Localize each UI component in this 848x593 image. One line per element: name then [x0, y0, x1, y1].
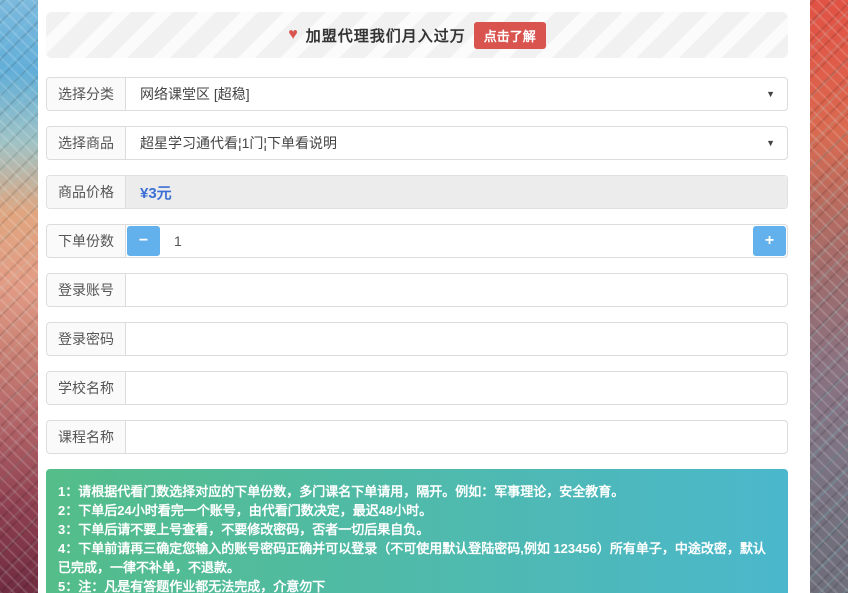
account-input[interactable] — [126, 274, 787, 306]
school-label: 学校名称 — [47, 372, 126, 404]
background-mosaic-left — [0, 0, 38, 593]
course-label: 课程名称 — [47, 421, 126, 453]
account-row: 登录账号 — [46, 273, 788, 307]
price-value: ¥3元 — [126, 176, 787, 208]
product-label: 选择商品 — [47, 127, 126, 159]
course-row: 课程名称 — [46, 420, 788, 454]
product-selected-value: 超星学习通代看¦1门¦下单看说明 — [140, 133, 337, 153]
order-form-page: ♥ 加盟代理我们月入过万 点击了解 选择分类 网络课堂区 [超稳] ▼ 选择商品… — [38, 0, 810, 593]
product-select[interactable]: 超星学习通代看¦1门¦下单看说明 ▼ — [126, 127, 787, 159]
order-instructions-box: 1：请根据代看门数选择对应的下单份数，多门课名下单请用，隔开。例如：军事理论，安… — [46, 469, 788, 593]
quantity-increase-button[interactable]: + — [753, 226, 786, 256]
notice-line: 2：下单后24小时看完一个账号，由代看门数决定，最迟48小时。 — [58, 501, 776, 520]
password-input[interactable] — [126, 323, 787, 355]
promo-banner-text: 加盟代理我们月入过万 — [306, 25, 466, 46]
product-row: 选择商品 超星学习通代看¦1门¦下单看说明 ▼ — [46, 126, 788, 160]
category-label: 选择分类 — [47, 78, 126, 110]
notice-line: 4：下单前请再三确定您输入的账号密码正确并可以登录（不可使用默认登陆密码,例如 … — [58, 539, 776, 577]
password-row: 登录密码 — [46, 322, 788, 356]
category-select[interactable]: 网络课堂区 [超稳] ▼ — [126, 78, 787, 110]
learn-more-button[interactable]: 点击了解 — [474, 22, 546, 49]
promo-banner: ♥ 加盟代理我们月入过万 点击了解 — [46, 12, 788, 58]
price-label: 商品价格 — [47, 176, 126, 208]
notice-line: 5：注：凡是有答题作业都无法完成，介意勿下 — [58, 577, 776, 593]
course-input[interactable] — [126, 421, 787, 453]
category-selected-value: 网络课堂区 [超稳] — [140, 84, 250, 104]
chevron-down-icon: ▼ — [766, 138, 775, 148]
price-row: 商品价格 ¥3元 — [46, 175, 788, 209]
notice-line: 1：请根据代看门数选择对应的下单份数，多门课名下单请用，隔开。例如：军事理论，安… — [58, 482, 776, 501]
account-label: 登录账号 — [47, 274, 126, 306]
quantity-decrease-button[interactable]: − — [127, 226, 160, 256]
school-input[interactable] — [126, 372, 787, 404]
notice-line: 3：下单后请不要上号查看，不要修改密码，否者一切后果自负。 — [58, 520, 776, 539]
quantity-input[interactable] — [161, 225, 752, 257]
chevron-down-icon: ▼ — [766, 89, 775, 99]
category-row: 选择分类 网络课堂区 [超稳] ▼ — [46, 77, 788, 111]
quantity-label: 下单份数 — [47, 225, 126, 257]
background-mosaic-right — [810, 0, 848, 593]
password-label: 登录密码 — [47, 323, 126, 355]
heart-icon: ♥ — [288, 27, 298, 43]
school-row: 学校名称 — [46, 371, 788, 405]
quantity-row: 下单份数 − + — [46, 224, 788, 258]
